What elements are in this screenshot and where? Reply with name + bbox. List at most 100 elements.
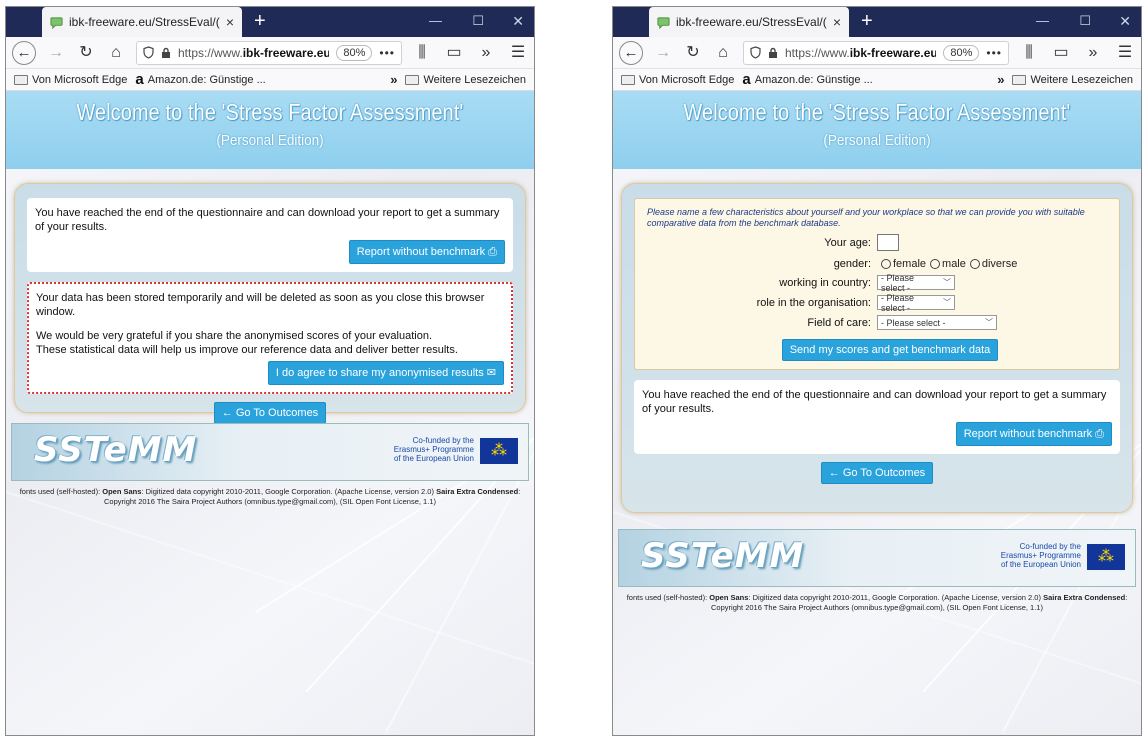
gender-male-radio[interactable] xyxy=(930,259,941,269)
gender-female-radio[interactable] xyxy=(881,259,891,269)
close-window-button[interactable]: ✕ xyxy=(512,13,524,30)
bookmarks-overflow-icon[interactable]: » xyxy=(997,72,1004,87)
page-viewport: Welcome to the 'Stress Factor Assessment… xyxy=(613,91,1141,735)
folder-icon xyxy=(1012,74,1027,85)
shield-icon[interactable] xyxy=(750,46,761,59)
page-header: Welcome to the 'Stress Factor Assessment… xyxy=(613,91,1141,169)
tab-title: ibk-freeware.eu/StressEval/(S(2 xyxy=(69,15,220,29)
hamburger-menu-icon[interactable]: ☰ xyxy=(508,43,528,63)
role-label: role in the organisation: xyxy=(756,296,871,309)
bookmark-edge[interactable]: Von Microsoft Edge xyxy=(621,74,734,86)
sidebar-icon[interactable]: ▭ xyxy=(444,43,464,63)
speech-bubble-icon xyxy=(657,16,670,29)
bookmark-other[interactable]: Weitere Lesezeichen xyxy=(405,74,526,86)
url-text[interactable]: https://www.ibk-freeware.eu/ xyxy=(785,46,936,60)
maximize-button[interactable]: ☐ xyxy=(472,13,484,29)
forward-button[interactable]: → xyxy=(46,43,66,63)
bookmark-amazon[interactable]: a Amazon.de: Günstige ... xyxy=(135,72,266,87)
browser-tab[interactable]: ibk-freeware.eu/StressEval/(S(2 × xyxy=(42,7,242,37)
forward-button[interactable]: → xyxy=(653,43,673,63)
address-bar[interactable]: https://www.ibk-freeware.eu/ 80% ••• xyxy=(743,40,1009,65)
tab-close-icon[interactable]: × xyxy=(833,14,841,30)
overflow-menu-icon[interactable]: » xyxy=(1083,43,1103,63)
bookmarks-bar: Von Microsoft Edge a Amazon.de: Günstige … xyxy=(613,69,1141,91)
age-label: Your age: xyxy=(824,236,871,249)
erasmus-line: Co-funded by the xyxy=(1019,542,1081,551)
country-row: working in country: - Please select - ﹀ xyxy=(647,272,1107,293)
erasmus-line: Erasmus+ Programme xyxy=(393,445,474,454)
eu-flag-icon: ⁂ xyxy=(480,438,518,464)
go-to-outcomes-button[interactable]: ← Go To Outcomes xyxy=(820,462,934,484)
reload-icon[interactable]: ↻ xyxy=(76,43,96,63)
page-actions-icon[interactable]: ••• xyxy=(986,46,1002,60)
end-message-box: You have reached the end of the question… xyxy=(27,198,513,272)
browser-tab[interactable]: ibk-freeware.eu/StressEval/(S(2 × xyxy=(649,7,849,37)
page-title: Welcome to the 'Stress Factor Assessment… xyxy=(76,99,464,125)
role-select[interactable]: - Please select - ﹀ xyxy=(877,293,955,313)
bookmark-label: Von Microsoft Edge xyxy=(639,73,735,86)
reload-icon[interactable]: ↻ xyxy=(683,43,703,63)
gender-diverse-radio[interactable] xyxy=(969,259,980,269)
send-scores-button[interactable]: Send my scores and get benchmark data xyxy=(781,339,999,361)
minimize-button[interactable]: — xyxy=(429,13,442,28)
address-bar[interactable]: https://www.ibk-freeware.eu/ 80% ••• xyxy=(136,40,402,65)
select-value: - Please select - xyxy=(881,272,915,293)
url-domain: ibk-freeware.eu xyxy=(849,45,937,60)
shield-icon[interactable] xyxy=(143,46,154,59)
home-icon[interactable]: ⌂ xyxy=(713,43,733,63)
maximize-button[interactable]: ☐ xyxy=(1079,13,1091,29)
speech-bubble-icon xyxy=(50,16,63,29)
library-icon[interactable]: ⫼ xyxy=(1019,43,1039,63)
sstemm-logo: SSTeMM xyxy=(34,430,198,470)
agree-share-button[interactable]: I do agree to share my anonymised result… xyxy=(267,361,504,385)
bookmark-edge[interactable]: Von Microsoft Edge xyxy=(14,74,127,86)
back-button[interactable]: ← xyxy=(12,40,36,65)
home-icon[interactable]: ⌂ xyxy=(106,43,126,63)
credits-font2: Saira Extra Condensed xyxy=(436,487,519,496)
gender-option-label: male xyxy=(942,258,966,270)
gender-option-label: female xyxy=(893,258,927,270)
bookmark-amazon[interactable]: a Amazon.de: Günstige ... xyxy=(742,72,873,87)
bookmark-label: Amazon.de: Günstige ... xyxy=(754,73,873,86)
report-without-benchmark-button[interactable]: Report without benchmark ⎙ xyxy=(955,422,1112,446)
folder-icon xyxy=(621,74,635,85)
url-text[interactable]: https://www.ibk-freeware.eu/ xyxy=(178,46,329,60)
bookmark-other[interactable]: Weitere Lesezeichen xyxy=(1012,74,1133,86)
bookmarks-bar: Von Microsoft Edge a Amazon.de: Günstige … xyxy=(6,69,534,91)
close-window-button[interactable]: ✕ xyxy=(1119,13,1131,30)
back-button[interactable]: ← xyxy=(619,40,643,65)
font-credits: fonts used (self-hosted): Open Sans: Dig… xyxy=(621,593,1133,613)
bookmarks-overflow-icon[interactable]: » xyxy=(390,72,397,87)
page-subtitle: (Personal Edition) xyxy=(823,132,931,149)
go-to-outcomes-button[interactable]: ← Go To Outcomes xyxy=(213,402,327,424)
new-tab-button[interactable]: + xyxy=(861,11,873,31)
sidebar-icon[interactable]: ▭ xyxy=(1051,43,1071,63)
credits-font2: Saira Extra Condensed xyxy=(1043,593,1126,602)
report-without-benchmark-button[interactable]: Report without benchmark ⎙ xyxy=(348,240,505,264)
tab-close-icon[interactable]: × xyxy=(226,14,234,30)
zoom-indicator[interactable]: 80% xyxy=(336,44,373,61)
minimize-button[interactable]: — xyxy=(1036,13,1049,28)
footer-logo-band: SSTeMM Co-funded by the Erasmus+ Program… xyxy=(11,423,529,481)
hamburger-menu-icon[interactable]: ☰ xyxy=(1115,43,1135,63)
page-actions-icon[interactable]: ••• xyxy=(379,46,395,60)
erasmus-line: Erasmus+ Programme xyxy=(1000,551,1081,560)
overflow-menu-icon[interactable]: » xyxy=(476,43,496,63)
zoom-indicator[interactable]: 80% xyxy=(943,44,980,61)
page-viewport: Welcome to the 'Stress Factor Assessment… xyxy=(6,91,534,735)
page-subtitle: (Personal Edition) xyxy=(216,132,324,149)
field-select[interactable]: - Please select - ﹀ xyxy=(877,315,997,330)
credits-font1: Open Sans xyxy=(102,487,142,496)
new-tab-button[interactable]: + xyxy=(254,11,266,31)
bookmark-label: Weitere Lesezeichen xyxy=(1030,73,1133,86)
bookmark-label: Weitere Lesezeichen xyxy=(423,73,526,86)
lock-icon[interactable] xyxy=(161,47,171,59)
footer-logo-band: SSTeMM Co-funded by the Erasmus+ Program… xyxy=(618,529,1136,587)
country-select[interactable]: - Please select - ﹀ xyxy=(877,272,955,293)
erasmus-line: of the European Union xyxy=(1000,560,1081,569)
age-input[interactable] xyxy=(877,234,899,251)
library-icon[interactable]: ⫼ xyxy=(412,43,432,63)
lock-icon[interactable] xyxy=(768,47,778,59)
field-label: Field of care: xyxy=(807,316,871,329)
bookmark-label: Amazon.de: Günstige ... xyxy=(147,73,266,86)
